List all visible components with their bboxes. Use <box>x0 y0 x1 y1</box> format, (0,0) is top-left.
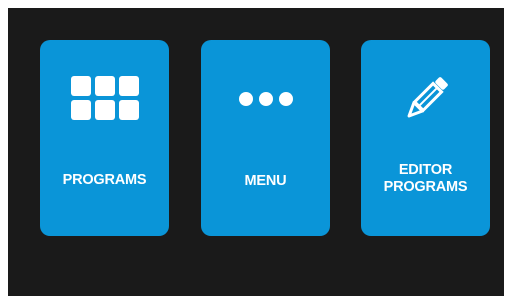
programs-label: PROGRAMS <box>62 172 147 188</box>
main-screen: PROGRAMS MENU EDITOR PROGRAMS <box>8 8 504 296</box>
programs-button[interactable]: PROGRAMS <box>40 40 169 236</box>
editor-programs-button[interactable]: EDITOR PROGRAMS <box>361 40 490 236</box>
pencil-icon <box>361 74 490 124</box>
grid-icon <box>40 74 169 124</box>
menu-label: MENU <box>244 173 287 189</box>
more-dots-icon <box>201 74 330 124</box>
editor-programs-label: EDITOR PROGRAMS <box>383 162 468 195</box>
menu-button[interactable]: MENU <box>201 40 330 236</box>
